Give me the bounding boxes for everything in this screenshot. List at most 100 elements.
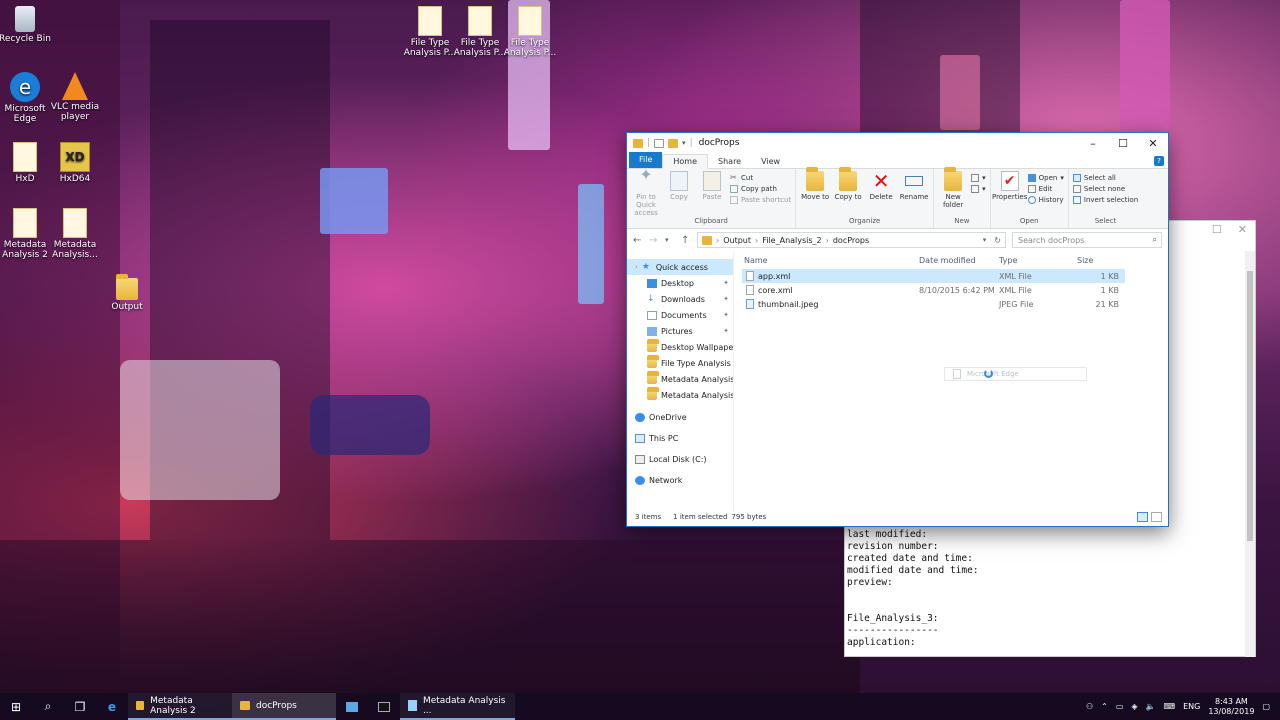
notifications-icon[interactable]: ▢ [1262, 702, 1270, 711]
nav-quick-access[interactable]: › ★ Quick access [627, 259, 733, 275]
desktop-icon-metadata-analysis[interactable]: Metadata Analysis... [45, 208, 105, 260]
forward-arrow-icon[interactable]: → [649, 235, 659, 246]
volume-icon[interactable]: 🔈 [1146, 702, 1156, 711]
file-row-thumbnail-jpeg[interactable]: thumbnail.jpeg JPEG File 21 KB [742, 297, 1125, 311]
nav-local-disk[interactable]: Local Disk (C:) [627, 451, 733, 467]
help-icon[interactable]: ? [1154, 156, 1164, 166]
move-to-button[interactable]: Move to [800, 167, 830, 217]
taskbar-cmd-button[interactable] [368, 693, 400, 720]
search-button[interactable]: ⌕ [32, 693, 64, 720]
close-icon[interactable]: ✕ [1238, 223, 1247, 236]
keyboard-icon[interactable]: ⌨ [1164, 702, 1176, 711]
tab-home[interactable]: Home [662, 154, 709, 169]
delete-button[interactable]: ✕ Delete [866, 171, 896, 217]
open-button[interactable]: Open ▾ [1027, 174, 1064, 182]
people-icon[interactable]: ⚇ [1086, 702, 1093, 711]
nav-desktop[interactable]: Desktop ✦ [627, 275, 733, 291]
address-bar[interactable]: › Output › File_Analysis_2 › docProps ▾ … [697, 232, 1006, 248]
taskbar-control-panel-button[interactable] [336, 693, 368, 720]
breadcrumb-file-analysis-2[interactable]: File_Analysis_2 [762, 236, 821, 245]
explorer-window[interactable]: | ▾ | docProps – ☐ ✕ File Home Share Vie… [626, 132, 1169, 527]
nav-this-pc[interactable]: This PC [627, 430, 733, 446]
desktop-icon-recycle-bin[interactable]: Recycle Bin [0, 6, 55, 44]
folder-icon [647, 387, 659, 400]
nav-file-type-analysis[interactable]: File Type Analysis P [627, 355, 733, 371]
large-icons-view-icon[interactable] [1151, 512, 1162, 522]
copy-button[interactable]: Copy [664, 171, 694, 217]
file-row-app-xml[interactable]: app.xml XML File 1 KB [742, 269, 1125, 283]
nav-metadata-analysis-2a[interactable]: Metadata Analysis 2 [627, 371, 733, 387]
recent-locations-chevron-icon[interactable]: ▾ [665, 236, 675, 244]
select-none-button[interactable]: Select none [1072, 185, 1138, 193]
easy-access-button[interactable]: ▾ [971, 185, 986, 193]
minimize-button[interactable]: – [1078, 137, 1108, 150]
desktop-icon-vlc[interactable]: VLC media player [45, 72, 105, 122]
paste-shortcut-button[interactable]: Paste shortcut [730, 196, 791, 204]
network-tray-icon[interactable]: ◈ [1131, 702, 1137, 711]
edge-icon: e [107, 699, 117, 714]
taskbar-app-metadata-analysis-notepad[interactable]: Metadata Analysis ... [400, 693, 515, 720]
rename-button[interactable]: Rename [899, 171, 929, 217]
pin-quick-access-button[interactable]: ✦ Pin to Quick access [631, 167, 661, 218]
chevron-down-icon[interactable]: ▾ [682, 139, 686, 147]
navigation-pane[interactable]: › ★ Quick access Desktop ✦ ↓ Downloads ✦ Do… [627, 251, 734, 511]
desktop-icon-hxd64[interactable]: XD HxD64 [45, 142, 105, 184]
column-size[interactable]: Size [1077, 256, 1125, 265]
text-window-scrollbar[interactable] [1245, 251, 1255, 657]
nav-documents[interactable]: Documents ✦ [627, 307, 733, 323]
details-view-icon[interactable] [1137, 512, 1148, 522]
scrollbar-thumb[interactable] [1247, 271, 1253, 541]
back-arrow-icon[interactable]: ← [633, 235, 643, 246]
tab-share[interactable]: Share [708, 155, 751, 168]
nav-network[interactable]: Network [627, 472, 733, 488]
properties-button[interactable]: ✔ Properties [992, 171, 1027, 217]
nav-pictures[interactable]: Pictures ✦ [627, 323, 733, 339]
file-row-core-xml[interactable]: core.xml 8/10/2015 6:42 PM XML File 1 KB [742, 283, 1125, 297]
new-item-button[interactable]: ▾ [971, 174, 986, 182]
up-arrow-icon[interactable]: ↑ [681, 235, 691, 246]
select-all-button[interactable]: Select all [1072, 174, 1138, 182]
nav-desktop-wallpapers[interactable]: Desktop Wallpapers [627, 339, 733, 355]
battery-icon[interactable]: ▭ [1116, 702, 1124, 711]
taskbar-app-docprops[interactable]: docProps [232, 693, 336, 720]
column-type[interactable]: Type [999, 256, 1077, 265]
file-list[interactable]: Name Date modified Type Size app.xml XML… [734, 251, 1168, 511]
taskbar-edge-button[interactable]: e [96, 693, 128, 720]
history-button[interactable]: History [1027, 196, 1064, 204]
breadcrumb-docprops[interactable]: docProps [833, 236, 869, 245]
paste-button[interactable]: Paste [697, 171, 727, 217]
close-button[interactable]: ✕ [1138, 137, 1168, 150]
new-folder-icon [944, 167, 963, 191]
taskbar-app-metadata-analysis-2[interactable]: Metadata Analysis 2 [128, 693, 232, 720]
copy-to-button[interactable]: Copy to [833, 167, 863, 217]
nav-onedrive[interactable]: OneDrive [627, 409, 733, 425]
properties-icon[interactable] [654, 138, 665, 148]
tab-view[interactable]: View [751, 155, 790, 168]
cut-button[interactable]: ✂ Cut [730, 174, 791, 183]
tray-overflow-chevron-icon[interactable]: ⌃ [1101, 702, 1108, 711]
folder-icon [240, 701, 250, 710]
desktop-icon-output[interactable]: Output [97, 274, 157, 312]
copy-path-button[interactable]: Copy path [730, 185, 791, 193]
new-folder-icon[interactable] [668, 138, 679, 148]
language-indicator[interactable]: ENG [1183, 702, 1200, 711]
start-button[interactable]: ⊞ [0, 693, 32, 720]
maximize-button[interactable]: ☐ [1108, 137, 1138, 150]
desktop-icon-file-type-analysis-3[interactable]: File Type Analysis P... [500, 6, 560, 58]
refresh-icon[interactable]: ↻ [990, 236, 1005, 245]
nav-downloads[interactable]: ↓ Downloads ✦ [627, 291, 733, 307]
search-input[interactable]: Search docProps ⌕ [1012, 232, 1162, 248]
clock[interactable]: 8:43 AM 13/08/2019 [1208, 697, 1254, 717]
edit-button[interactable]: Edit [1027, 185, 1064, 193]
task-view-button[interactable]: ❐ [64, 693, 96, 720]
maximize-icon[interactable]: ☐ [1212, 223, 1222, 236]
nav-metadata-analysis-2b[interactable]: Metadata Analysis 2 [627, 387, 733, 403]
explorer-titlebar[interactable]: | ▾ | docProps – ☐ ✕ [627, 133, 1168, 153]
column-date-modified[interactable]: Date modified [919, 256, 999, 265]
ribbon: ✦ Pin to Quick access Copy Paste ✂ Cut Co… [627, 167, 1168, 229]
column-name[interactable]: Name [744, 256, 919, 265]
invert-selection-button[interactable]: Invert selection [1072, 196, 1138, 204]
breadcrumb-output[interactable]: Output [723, 236, 751, 245]
new-folder-button[interactable]: New folder [938, 167, 968, 217]
address-dropdown-chevron-icon[interactable]: ▾ [983, 236, 987, 244]
